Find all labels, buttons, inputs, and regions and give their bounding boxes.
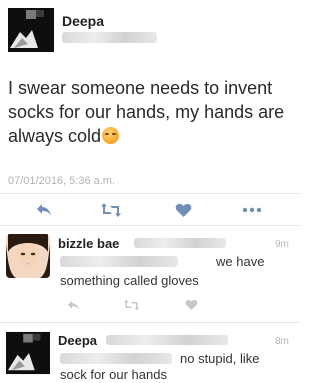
avatar[interactable] bbox=[6, 331, 50, 375]
like-button[interactable] bbox=[180, 297, 202, 313]
reply-author-name[interactable]: Deepa bbox=[58, 333, 97, 348]
tweet-timestamp: 07/01/2016, 5:36 a.m. bbox=[8, 175, 116, 187]
avatar[interactable] bbox=[6, 234, 50, 278]
disappointed-face-icon bbox=[102, 127, 120, 144]
tweet-text-line: I swear someone needs to invent bbox=[8, 78, 273, 98]
redacted-handle bbox=[106, 335, 228, 345]
reply-icon bbox=[37, 204, 51, 216]
reply-text: something called gloves bbox=[60, 273, 199, 288]
reply-text: we have bbox=[216, 254, 265, 269]
like-icon bbox=[185, 299, 197, 310]
author-name[interactable]: Deepa bbox=[62, 13, 104, 29]
reply-time: 8m bbox=[275, 336, 289, 347]
redacted-mention bbox=[60, 256, 178, 267]
redacted-handle bbox=[62, 32, 157, 43]
reply-button[interactable] bbox=[62, 297, 84, 313]
reply-time: 9m bbox=[275, 239, 289, 250]
divider bbox=[0, 193, 300, 194]
reply-icon bbox=[67, 300, 79, 310]
like-icon bbox=[175, 203, 191, 217]
divider bbox=[0, 225, 300, 226]
like-button[interactable] bbox=[169, 198, 197, 222]
retweet-icon bbox=[101, 203, 121, 217]
tweet-text: I swear someone needs to invent socks fo… bbox=[8, 76, 294, 148]
redacted-mention bbox=[60, 353, 172, 364]
retweet-icon bbox=[123, 299, 139, 311]
tweet-text-line-end: always cold bbox=[8, 126, 102, 146]
retweet-button[interactable] bbox=[120, 297, 142, 313]
reply-text: sock for our hands bbox=[60, 367, 167, 382]
redacted-handle bbox=[134, 238, 226, 248]
more-icon bbox=[242, 207, 262, 213]
reply-text: no stupid, like bbox=[180, 351, 260, 366]
reply-author-name[interactable]: bizzle bae bbox=[58, 236, 119, 251]
avatar[interactable] bbox=[8, 8, 54, 52]
more-button[interactable] bbox=[238, 198, 266, 222]
reply-button[interactable] bbox=[30, 198, 58, 222]
divider bbox=[0, 322, 300, 323]
tweet-text-line: always cold bbox=[8, 124, 294, 148]
tweet-text-line: socks for our hands, my hands are bbox=[8, 102, 285, 122]
retweet-button[interactable] bbox=[97, 198, 125, 222]
